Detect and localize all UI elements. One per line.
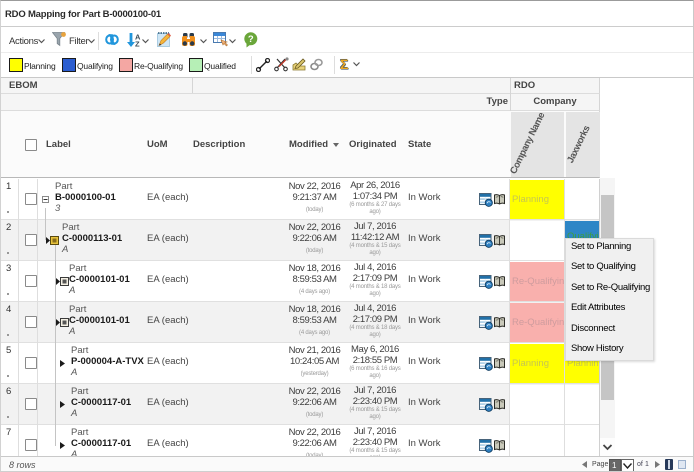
svg-text:?: ? — [248, 34, 254, 45]
svg-text:Z: Z — [135, 40, 140, 49]
